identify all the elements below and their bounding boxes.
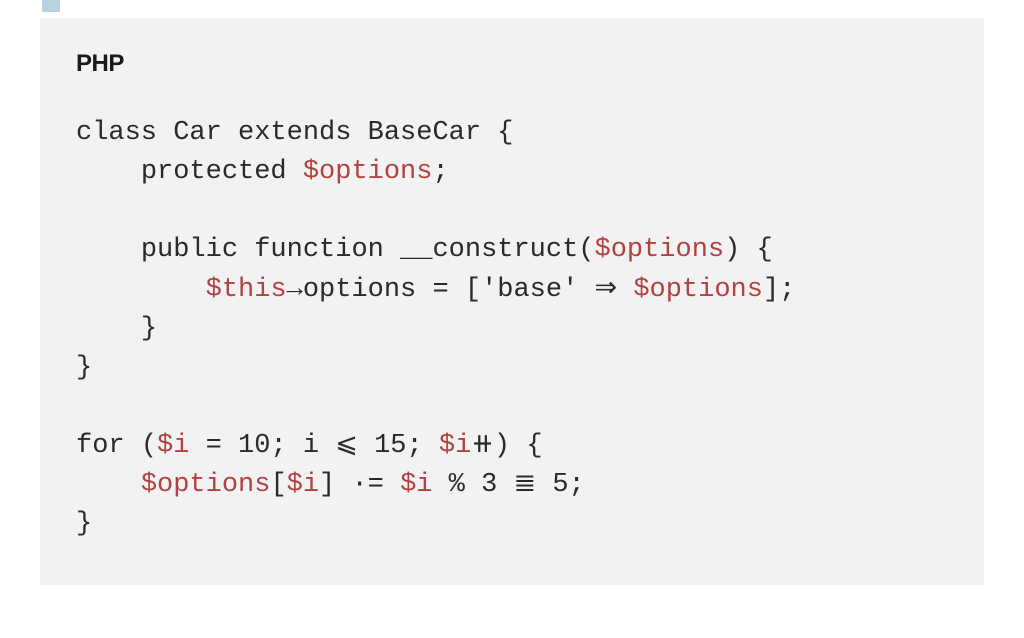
code-block: PHP class Car extends BaseCar { protecte… [40,18,984,585]
left-marker [42,0,60,12]
plus-plus-operator: ⧺ [471,431,494,461]
keyword-extends: extends [238,118,351,148]
num-3: 3 [481,470,497,500]
num-5: 5 [552,470,568,500]
language-label: PHP [76,50,948,78]
var-i-idx: $i [287,470,319,500]
var-i-mod: $i [400,470,432,500]
param-options: $options [595,235,725,265]
keyword-function: function [254,235,384,265]
keyword-for: for [76,431,125,461]
var-options-rhs: $options [633,275,763,305]
prop-options: options [303,275,416,305]
identical-operator: ≣ [513,470,536,500]
keyword-protected: protected [141,157,287,187]
var-i-inc: $i [439,431,471,461]
var-options-arr: $options [141,470,271,500]
var-i-init: $i [157,431,189,461]
page-container: PHP class Car extends BaseCar { protecte… [0,18,1024,625]
var-options: $options [303,157,433,187]
constructor-name: __construct [400,235,578,265]
dot-equals-operator: ·= [351,470,383,500]
double-arrow-operator: ⇒ [595,275,618,305]
parent-class-name: BaseCar [368,118,481,148]
keyword-public: public [141,235,238,265]
num-10: 10 [238,431,270,461]
var-this: $this [206,275,287,305]
num-15: 15 [374,431,406,461]
keyword-class: class [76,118,157,148]
arrow-operator: → [287,275,303,305]
mod-operator: % [449,470,465,500]
leq-operator: ⩽ [335,431,358,461]
code-content: class Car extends BaseCar { protected $o… [76,114,948,545]
cond-var: i [303,431,319,461]
class-name: Car [173,118,222,148]
string-base: 'base' [481,275,578,305]
